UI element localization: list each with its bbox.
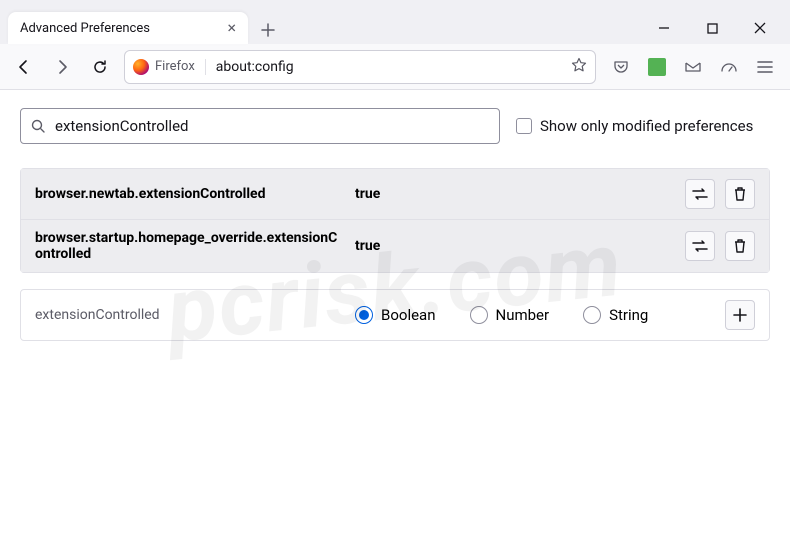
titlebar: Advanced Preferences × bbox=[0, 0, 790, 44]
radio-icon[interactable] bbox=[470, 306, 488, 324]
pref-row[interactable]: browser.startup.homepage_override.extens… bbox=[21, 219, 769, 272]
close-tab-icon[interactable]: × bbox=[227, 20, 236, 36]
minimize-button[interactable] bbox=[654, 18, 674, 38]
pref-value: true bbox=[355, 186, 675, 202]
delete-button[interactable] bbox=[725, 231, 755, 261]
reload-button[interactable] bbox=[86, 53, 114, 81]
bookmark-star-icon[interactable] bbox=[571, 57, 587, 77]
add-pref-button[interactable] bbox=[725, 300, 755, 330]
toggle-button[interactable] bbox=[685, 179, 715, 209]
delete-button[interactable] bbox=[725, 179, 755, 209]
window-controls bbox=[654, 18, 782, 44]
pref-name: browser.startup.homepage_override.extens… bbox=[35, 230, 345, 262]
tab-title: Advanced Preferences bbox=[20, 21, 150, 36]
url-text[interactable]: about:config bbox=[216, 59, 561, 75]
radio-boolean[interactable]: Boolean bbox=[355, 306, 436, 324]
url-bar[interactable]: Firefox about:config bbox=[124, 50, 596, 84]
radio-string[interactable]: String bbox=[583, 306, 648, 324]
menu-icon[interactable] bbox=[756, 58, 774, 76]
radio-number[interactable]: Number bbox=[470, 306, 550, 324]
forward-button[interactable] bbox=[48, 53, 76, 81]
pref-list: browser.newtab.extensionControlled true … bbox=[20, 168, 770, 273]
search-box[interactable] bbox=[20, 108, 500, 144]
back-button[interactable] bbox=[10, 53, 38, 81]
navbar: Firefox about:config bbox=[0, 44, 790, 90]
radio-icon[interactable] bbox=[355, 306, 373, 324]
show-modified-label: Show only modified preferences bbox=[540, 117, 753, 135]
extension-icon[interactable] bbox=[648, 58, 666, 76]
new-tab-button[interactable] bbox=[254, 16, 282, 44]
dashboard-icon[interactable] bbox=[720, 58, 738, 76]
browser-tab[interactable]: Advanced Preferences × bbox=[8, 12, 248, 44]
search-icon bbox=[31, 119, 45, 133]
radio-icon[interactable] bbox=[583, 306, 601, 324]
content-area: Show only modified preferences browser.n… bbox=[0, 90, 790, 553]
show-modified-checkbox[interactable] bbox=[516, 118, 532, 134]
close-window-button[interactable] bbox=[750, 18, 770, 38]
pref-value: true bbox=[355, 238, 675, 254]
new-pref-name: extensionControlled bbox=[35, 307, 345, 323]
new-pref-row: extensionControlled Boolean Number Strin… bbox=[20, 289, 770, 341]
pref-row[interactable]: browser.newtab.extensionControlled true bbox=[21, 169, 769, 219]
toggle-button[interactable] bbox=[685, 231, 715, 261]
maximize-button[interactable] bbox=[702, 18, 722, 38]
firefox-icon bbox=[133, 59, 149, 75]
search-input[interactable] bbox=[55, 117, 489, 135]
pref-name: browser.newtab.extensionControlled bbox=[35, 186, 345, 202]
pocket-icon[interactable] bbox=[612, 58, 630, 76]
inbox-icon[interactable] bbox=[684, 58, 702, 76]
identity-label: Firefox bbox=[155, 59, 195, 74]
identity-box[interactable]: Firefox bbox=[133, 59, 206, 75]
